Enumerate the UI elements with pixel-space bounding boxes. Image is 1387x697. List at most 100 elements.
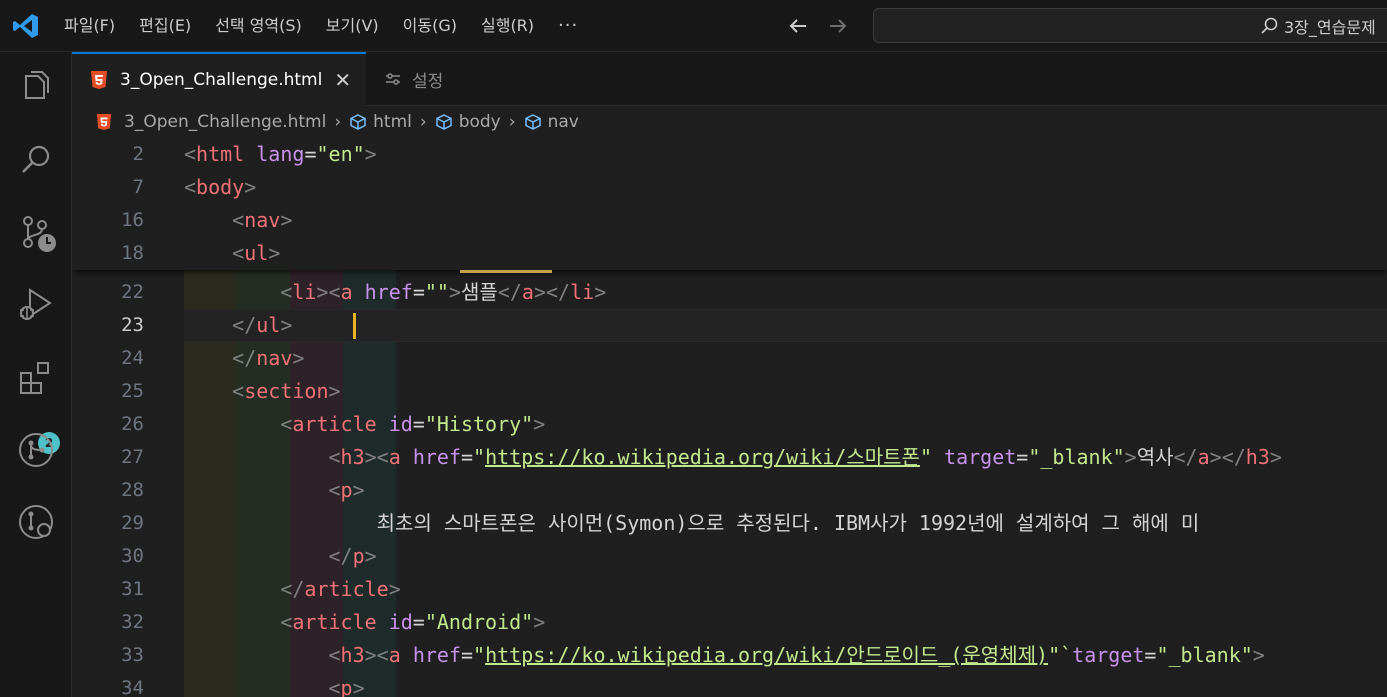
code-line[interactable]: 30 </p>: [72, 540, 1387, 573]
line-number: 31: [121, 578, 144, 600]
menu-edit[interactable]: 편집(E): [127, 0, 203, 52]
code-line[interactable]: 31 </article>: [72, 573, 1387, 606]
sticky-scroll-header[interactable]: 2 <html lang="en"> 7 <body> 16 <nav> 18 <ul>: [72, 138, 1387, 270]
code-line[interactable]: 7 <body>: [72, 171, 1387, 204]
tag-name: p: [352, 544, 365, 568]
breadcrumb-nav[interactable]: nav: [548, 112, 579, 132]
bracket: >: [268, 241, 281, 265]
tag-name: a: [388, 643, 413, 667]
vscode-logo-icon[interactable]: [12, 12, 40, 40]
menu-selection[interactable]: 선택 영역(S): [203, 0, 314, 52]
code-text: <article id="Android">: [184, 606, 545, 639]
code-line[interactable]: 28 <p>: [72, 474, 1387, 507]
attribute-value: "Android": [424, 610, 534, 634]
command-center-search[interactable]: 3장_연습문제: [873, 8, 1387, 43]
breadcrumb-html[interactable]: html: [373, 112, 412, 132]
text: =: [461, 643, 474, 667]
breadcrumb-body[interactable]: body: [459, 112, 501, 132]
menu-more-button[interactable]: ···: [546, 0, 590, 52]
code-line[interactable]: 16 <nav>: [72, 204, 1387, 237]
tag-name: a: [388, 445, 413, 469]
equals: =: [304, 142, 317, 166]
code-line[interactable]: 26 <article id="History">: [72, 408, 1387, 441]
attribute-value: "_blank": [1028, 445, 1125, 469]
text: =: [412, 280, 425, 304]
line-number: 32: [121, 611, 144, 633]
text: =: [412, 412, 425, 436]
code-line[interactable]: 24 </nav>: [72, 342, 1387, 375]
tab-close-icon[interactable]: ✕: [334, 68, 351, 92]
cube-icon: [435, 114, 452, 130]
code-line[interactable]: 29 최초의 스마트폰은 사이먼(Symon)으로 추정된다. IBM사가 19…: [72, 507, 1387, 540]
bracket: </: [1173, 445, 1198, 469]
code-text: 최초의 스마트폰은 사이먼(Symon)으로 추정된다. IBM사가 1992년…: [184, 507, 1200, 540]
activity-bar: 2: [0, 52, 72, 697]
line-number: 22: [121, 281, 144, 303]
line-number: 28: [121, 479, 144, 501]
line-number: 26: [121, 413, 144, 435]
tag-name: section: [244, 379, 329, 403]
bracket: >: [1269, 445, 1282, 469]
remote-icon[interactable]: [16, 502, 56, 542]
menu-view[interactable]: 보기(V): [314, 0, 391, 52]
bracket: <: [184, 175, 197, 199]
arrow-left-icon[interactable]: [786, 14, 810, 38]
search-icon[interactable]: [16, 140, 56, 180]
bracket: <: [184, 445, 341, 469]
code-editor[interactable]: 2 <html lang="en"> 7 <body> 16 <nav> 18 <ul> …: [72, 138, 1387, 697]
bracket: </: [184, 346, 257, 370]
attribute-value: "`: [1048, 643, 1073, 667]
line-number: 25: [121, 380, 144, 402]
line-number: 18: [121, 242, 144, 264]
text: 샘플: [461, 280, 498, 304]
menu-file[interactable]: 파일(F): [52, 0, 127, 52]
extensions-icon[interactable]: [16, 358, 56, 398]
chevron-right-icon: ›: [508, 112, 516, 132]
menu-go[interactable]: 이동(G): [391, 0, 469, 52]
bracket: ></: [1209, 445, 1246, 469]
code-line[interactable]: 23 </ul>: [72, 309, 1387, 342]
line-number: 24: [121, 347, 144, 369]
arrow-right-icon[interactable]: [826, 14, 850, 38]
line-number: 27: [121, 446, 144, 468]
attribute-name: lang: [256, 142, 305, 166]
text-cursor: [353, 313, 356, 339]
git-graph-icon[interactable]: [16, 430, 56, 470]
text: =: [1016, 445, 1029, 469]
code-line[interactable]: 25 <section>: [72, 375, 1387, 408]
sticky-scroll-marker: [460, 270, 552, 273]
code-line[interactable]: 27 <h3><a href="https://ko.wikipedia.org…: [72, 441, 1387, 474]
bracket: <: [184, 643, 341, 667]
code-line[interactable]: 33 <h3><a href="https://ko.wikipedia.org…: [72, 639, 1387, 672]
code-line[interactable]: 18 <ul>: [72, 237, 1387, 270]
text: 역사: [1136, 445, 1174, 469]
menu-run[interactable]: 실행(R): [469, 0, 546, 52]
bracket: ><: [364, 643, 389, 667]
line-number: 7: [132, 176, 144, 198]
breadcrumb: 3_Open_Challenge.html › html › body › na…: [72, 106, 1387, 138]
bracket: >: [533, 610, 546, 634]
code-line[interactable]: 2 <html lang="en">: [72, 138, 1387, 171]
bracket: >: [352, 478, 365, 502]
tab-settings[interactable]: 설정: [384, 52, 443, 106]
breadcrumb-file[interactable]: 3_Open_Challenge.html: [124, 112, 326, 132]
line-number: 23: [121, 314, 144, 336]
explorer-icon[interactable]: [16, 66, 56, 106]
bracket: <: [184, 142, 197, 166]
run-debug-icon[interactable]: [16, 284, 56, 324]
code-line[interactable]: 32 <article id="Android">: [72, 606, 1387, 639]
code-text: <article id="History">: [184, 408, 545, 441]
code-line[interactable]: 22 <li><a href="">샘플</a></li>: [72, 276, 1387, 309]
bracket: >: [280, 208, 293, 232]
link-text: https://ko.wikipedia.org/wiki/안드로이드_(운영체…: [485, 643, 1049, 667]
tag-name: p: [340, 676, 353, 697]
tab-3-open-challenge[interactable]: 3_Open_Challenge.html ✕: [72, 52, 366, 106]
tag-name: a: [521, 280, 534, 304]
code-line[interactable]: 34 <p>: [72, 672, 1387, 697]
code-text: <p>: [184, 474, 365, 507]
source-control-icon[interactable]: [16, 212, 56, 252]
bracket: >: [448, 280, 462, 304]
line-number: 34: [121, 677, 144, 697]
attribute-name: id: [388, 610, 413, 634]
settings-sliders-icon: [386, 73, 400, 85]
